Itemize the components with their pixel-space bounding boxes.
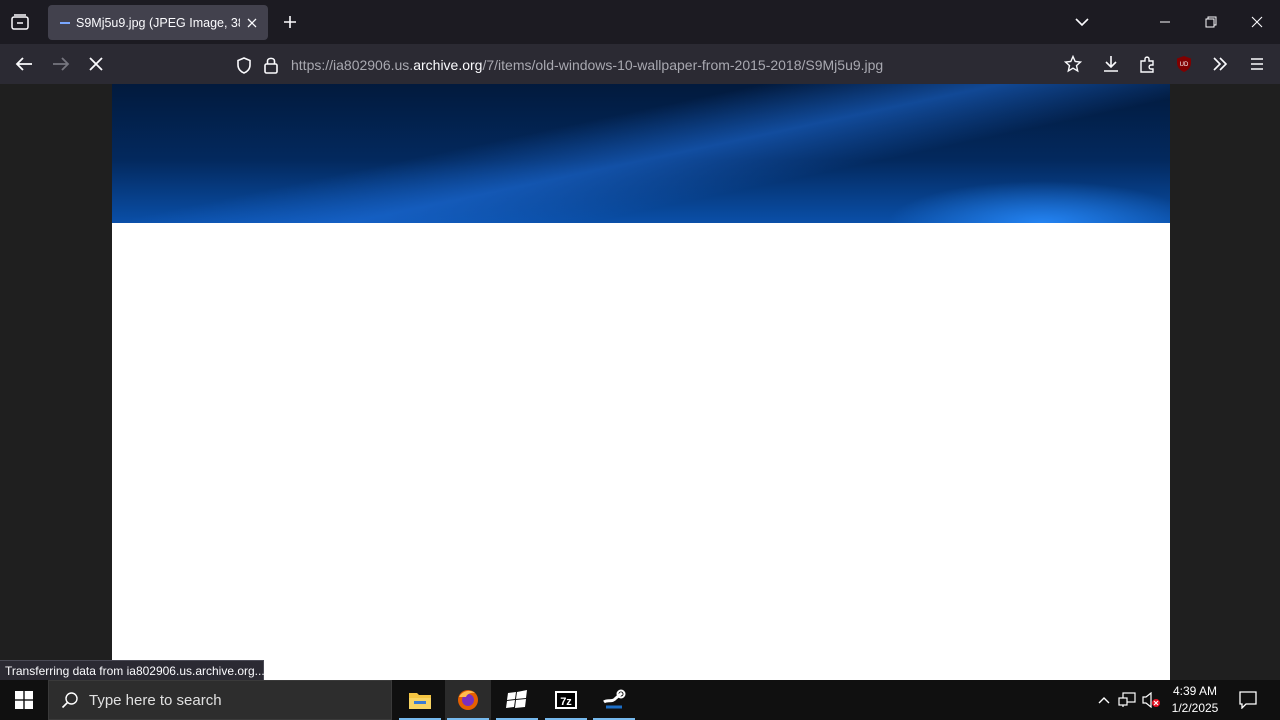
steam-icon (603, 689, 626, 709)
volume-muted-button[interactable] (1141, 690, 1161, 710)
wallpaper-image-loaded-portion (112, 84, 1170, 223)
url-prefix: https://ia802906.us. (291, 57, 414, 73)
ublock-badge-text: UD (1180, 62, 1189, 68)
hamburger-menu-icon (1251, 58, 1263, 70)
minimize-button[interactable] (1153, 10, 1177, 34)
restore-icon (1205, 16, 1217, 28)
back-button[interactable] (12, 52, 36, 76)
url-text[interactable]: https://ia802906.us.archive.org/7/items/… (291, 57, 883, 73)
bookmark-star-button[interactable] (1061, 52, 1085, 76)
plus-icon (284, 16, 296, 28)
tab-bar: S9Mj5u9.jpg (JPEG Image, 3840 (0, 0, 1280, 44)
tab-list-button[interactable] (8, 10, 32, 34)
taskbar-app-firefox[interactable] (445, 680, 491, 720)
taskbar-app-file-explorer[interactable] (397, 680, 443, 720)
restore-button[interactable] (1199, 10, 1223, 34)
7zip-icon: 7z (555, 691, 577, 709)
status-panel: Transferring data from ia802906.us.archi… (0, 660, 265, 682)
chevron-down-icon (1075, 18, 1089, 27)
windows-flag-icon (506, 690, 527, 708)
minimize-icon (1160, 21, 1170, 23)
more-tools-button[interactable] (1208, 52, 1232, 76)
notification-icon (1239, 691, 1257, 709)
ublock-shield-icon: UD (1177, 56, 1191, 72)
chevron-up-icon (1098, 697, 1110, 704)
search-icon (61, 692, 78, 709)
forward-button[interactable] (49, 52, 73, 76)
show-hidden-icons-button[interactable] (1094, 690, 1114, 710)
close-icon (247, 18, 257, 27)
network-icon (1118, 692, 1136, 707)
arrow-left-icon (15, 57, 32, 71)
taskbar-search-box[interactable]: Type here to search (48, 680, 392, 720)
downloads-button[interactable] (1099, 52, 1123, 76)
close-icon (1251, 16, 1263, 28)
application-menu-button[interactable] (1245, 52, 1269, 76)
tab-list-icon (11, 14, 29, 30)
download-icon (1104, 56, 1118, 72)
taskbar-app-7zip[interactable]: 7z (543, 680, 589, 720)
taskbar-clock[interactable]: 4:39 AM 1/2/2025 (1166, 683, 1224, 717)
stop-icon (89, 57, 103, 71)
clock-date: 1/2/2025 (1171, 701, 1219, 715)
windows-taskbar: Type here to search 7z 4:39 AM 1/2/2025 (0, 680, 1280, 720)
ublock-extension-button[interactable]: UD (1172, 52, 1196, 76)
lock-icon[interactable] (264, 56, 278, 79)
close-window-button[interactable] (1245, 10, 1269, 34)
new-tab-button[interactable] (280, 12, 300, 32)
start-button[interactable] (0, 680, 48, 720)
extensions-button[interactable] (1136, 52, 1160, 76)
svg-text:7z: 7z (560, 696, 572, 708)
url-path: /7/items/old-windows-10-wallpaper-from-2… (482, 57, 884, 73)
browser-tab-active[interactable]: S9Mj5u9.jpg (JPEG Image, 3840 (48, 5, 268, 40)
firefox-icon (458, 690, 478, 710)
tab-title: S9Mj5u9.jpg (JPEG Image, 3840 (76, 15, 240, 30)
taskbar-app-steam[interactable] (591, 680, 637, 720)
stop-loading-button[interactable] (84, 52, 108, 76)
loading-indicator-icon (60, 21, 70, 24)
taskbar-app-windows[interactable] (494, 680, 540, 720)
puzzle-piece-icon (1140, 56, 1154, 73)
list-all-tabs-button[interactable] (1070, 10, 1094, 34)
tab-close-button[interactable] (244, 15, 260, 31)
action-center-button[interactable] (1236, 688, 1260, 712)
page-content (0, 84, 1280, 680)
url-domain: archive.org (413, 57, 483, 73)
double-chevron-right-icon (1213, 57, 1228, 71)
star-icon (1064, 55, 1082, 73)
tracking-protection-shield-icon[interactable] (236, 57, 252, 79)
arrow-right-icon (53, 57, 70, 71)
windows-logo-icon (15, 691, 33, 709)
address-bar[interactable]: https://ia802906.us.archive.org/7/items/… (228, 49, 1090, 81)
jpeg-image-viewer[interactable] (112, 84, 1170, 680)
speaker-muted-icon (1142, 692, 1160, 708)
clock-time: 4:39 AM (1172, 684, 1218, 698)
search-placeholder: Type here to search (89, 691, 222, 709)
network-status-button[interactable] (1117, 690, 1137, 710)
navigation-toolbar: https://ia802906.us.archive.org/7/items/… (0, 44, 1280, 84)
folder-icon (409, 693, 431, 709)
